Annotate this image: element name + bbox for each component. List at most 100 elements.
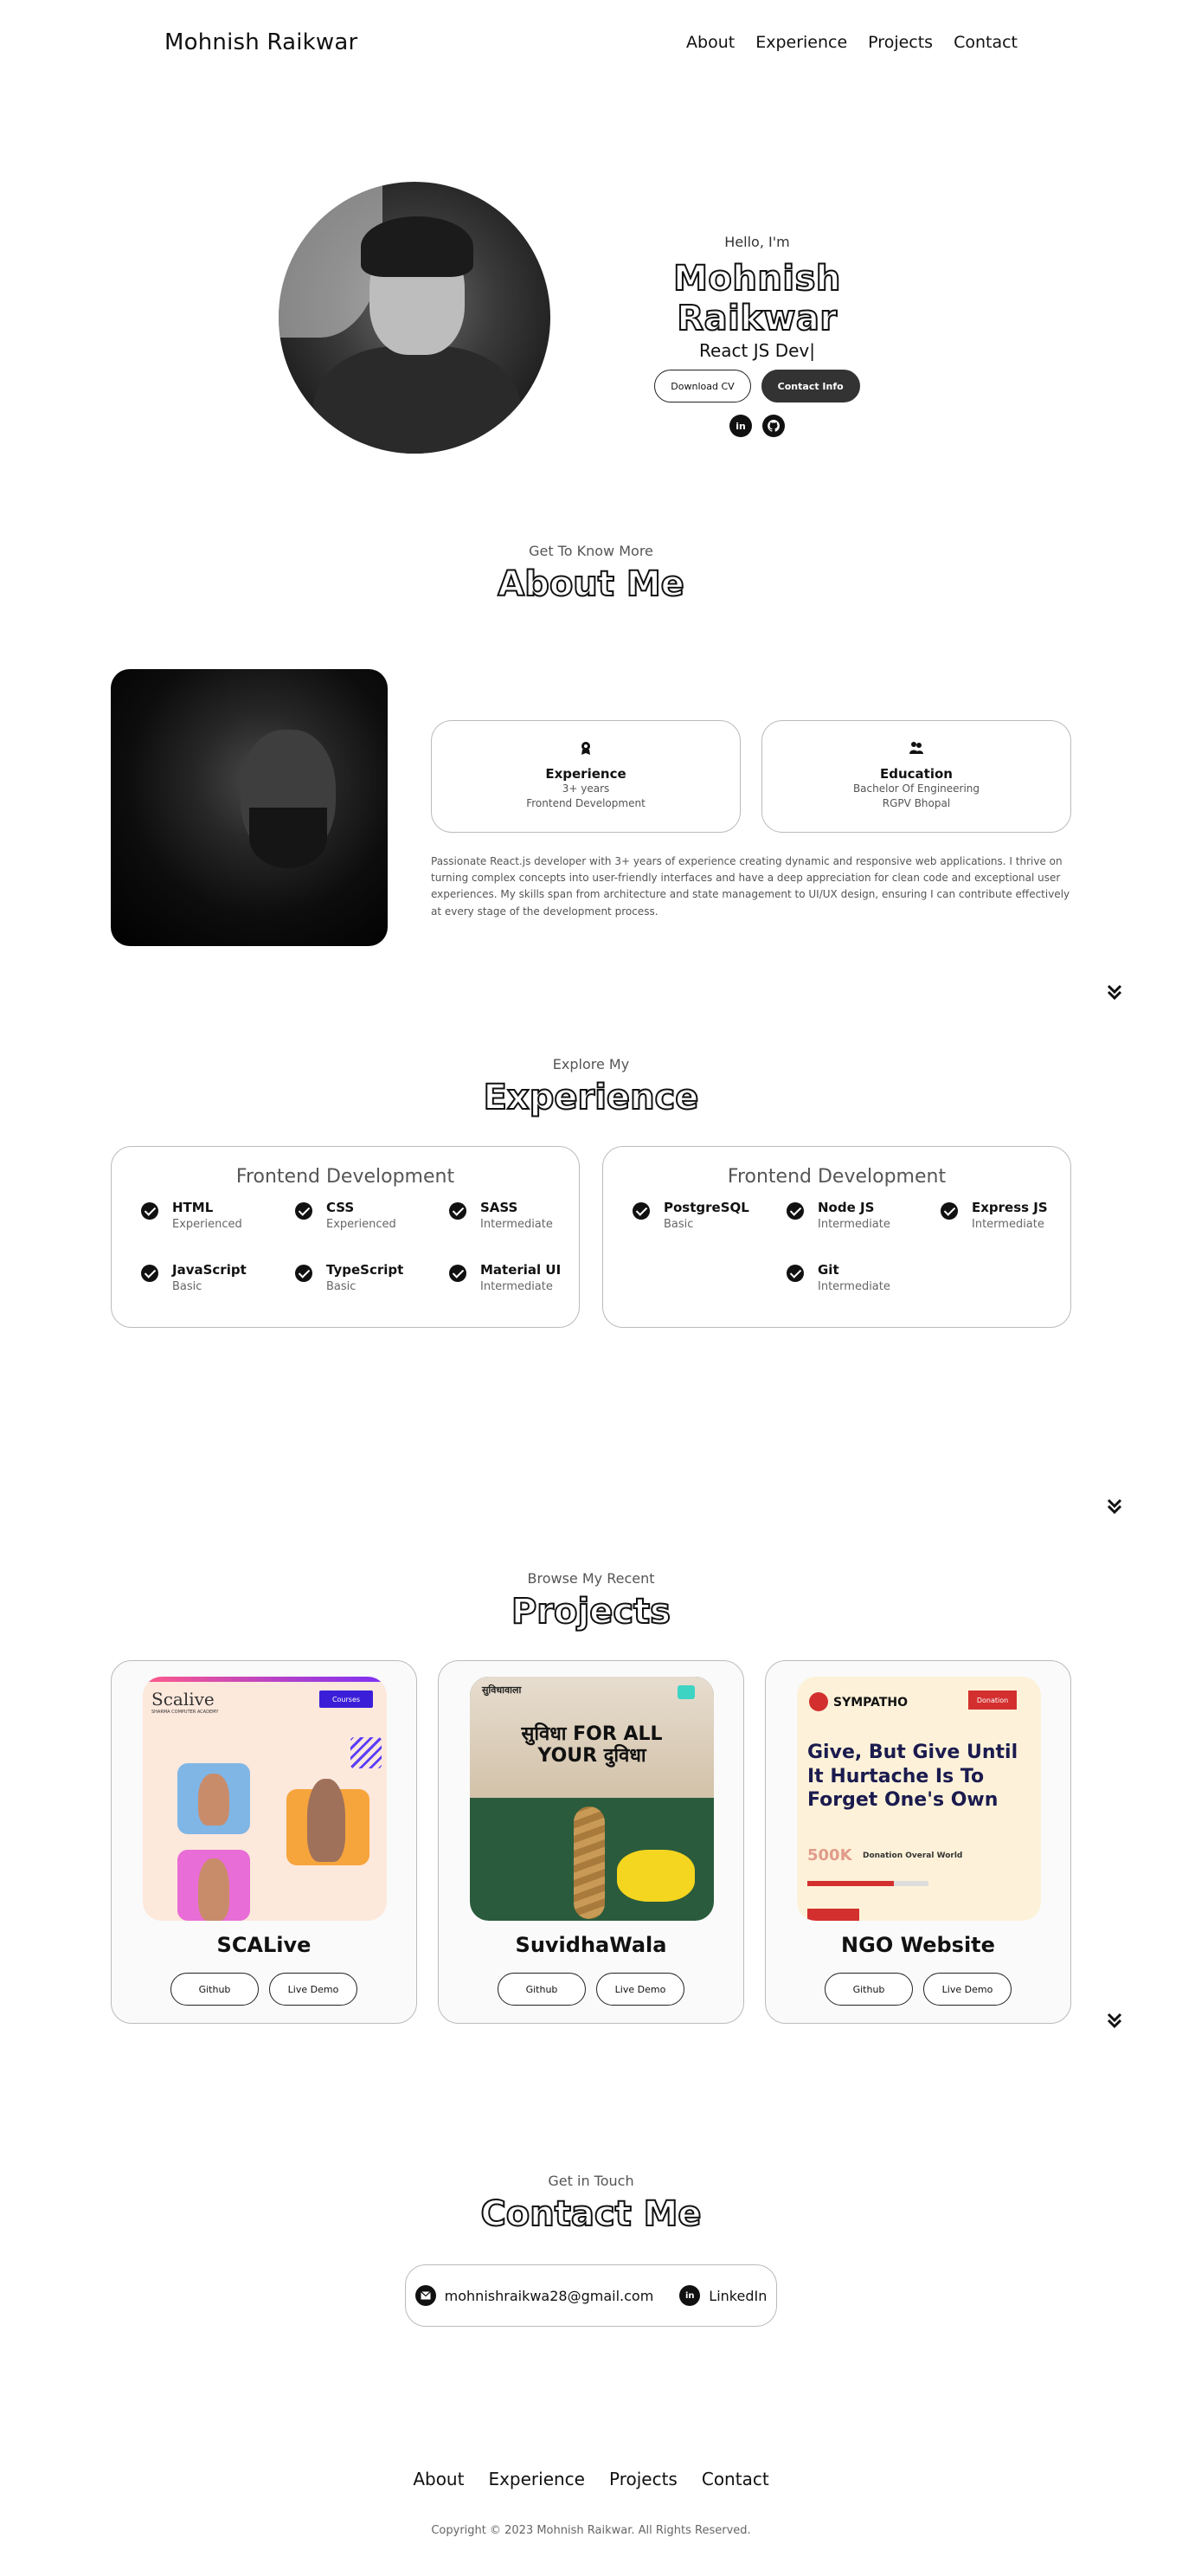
nav-link-contact[interactable]: Contact [954,33,1018,52]
top-nav: Mohnish Raikwar About Experience Project… [0,0,1182,90]
check-icon [141,1202,158,1220]
email-icon [414,2285,436,2306]
scroll-down-icon[interactable] [1104,982,1125,1002]
contact-info-button[interactable]: Contact Info [761,370,860,402]
projects-subtitle: Browse My Recent [527,1570,655,1587]
skill-item: SASS Intermediate [449,1200,588,1236]
info-card-line: RGPV Bhopal [882,797,951,810]
project-screenshot[interactable]: SYMPATHO Donation Give, But Give Until I… [797,1677,1041,1921]
skill-level: Intermediate [480,1218,553,1231]
contact-box: mohnishraikwa28@gmail.com in LinkedIn [405,2264,777,2327]
about-subtitle: Get To Know More [529,543,653,559]
experience-card-title: Frontend Development [727,1166,947,1188]
check-icon [141,1265,158,1282]
skill-level: Experienced [326,1218,396,1231]
nav-link-about[interactable]: About [686,33,735,52]
project-logo-text: SYMPATHO [833,1696,909,1710]
info-card-title: Experience [545,766,626,782]
linkedin-contact[interactable]: in LinkedIn [679,2285,767,2306]
check-icon [941,1202,958,1220]
project-screenshot[interactable]: सुविधावाला सुविधा FOR ALL YOUR दुविधा [470,1677,714,1921]
project-logo-text: Scalive [151,1689,215,1710]
courses-badge: Courses [319,1690,373,1708]
project-title: NGO Website [841,1933,995,1957]
linkedin-link[interactable]: LinkedIn [709,2288,767,2304]
project-title: SuvidhaWala [515,1933,667,1957]
nav-links: About Experience Projects Contact [686,33,1018,52]
nav-link-experience[interactable]: Experience [755,33,847,52]
experience-header: Explore My Experience [0,1056,1182,1118]
experience-info-card: Experience 3+ years Frontend Development [431,720,741,833]
github-button[interactable]: Github [498,1973,586,2006]
contact-title: Contact Me [479,2193,702,2235]
scroll-down-icon[interactable] [1104,1496,1125,1517]
footer-link-projects[interactable]: Projects [609,2469,678,2489]
project-screenshot[interactable]: Scalive SHARMA COMPUTER ACADEMY Courses [143,1677,387,1921]
about-paragraph: Passionate React.js developer with 3+ ye… [431,855,1070,918]
skill-name: Express JS [972,1200,1048,1215]
email-contact[interactable]: mohnishraikwa28@gmail.com [414,2285,654,2306]
skill-item: Express JS Intermediate [941,1200,1079,1236]
footer-link-contact[interactable]: Contact [702,2469,769,2489]
footer-link-about[interactable]: About [413,2469,464,2489]
skill-name: HTML [172,1200,214,1215]
github-button[interactable]: Github [825,1973,913,2006]
scroll-down-icon[interactable] [1104,2010,1125,2031]
profile-photo [279,182,550,454]
check-icon [787,1265,804,1282]
live-demo-button[interactable]: Live Demo [923,1973,1012,2006]
skill-item: Node JS Intermediate [787,1200,925,1236]
skill-item: JavaScript Basic [141,1262,279,1298]
skill-name: Node JS [818,1200,875,1215]
project-title: SCALive [216,1933,312,1957]
project-card: Scalive SHARMA COMPUTER ACADEMY Courses … [111,1660,417,2024]
footer-nav: About Experience Projects Contact [0,2469,1182,2489]
skill-level: Basic [172,1280,202,1293]
linkedin-icon[interactable]: in [729,415,752,437]
education-info-card: Education Bachelor Of Engineering RGPV B… [761,720,1071,833]
live-demo-button[interactable]: Live Demo [269,1973,357,2006]
footer-link-experience[interactable]: Experience [488,2469,585,2489]
skill-level: Basic [326,1280,357,1293]
info-card-line: Frontend Development [526,797,646,810]
live-demo-button[interactable]: Live Demo [596,1973,684,2006]
experience-title: Experience [483,1077,700,1118]
skill-name: JavaScript [172,1262,247,1278]
award-icon [581,742,590,755]
hero-text: Hello, I'm Mohnish Raikwar React JS Dev|… [597,234,917,437]
github-icon[interactable] [762,415,785,437]
experience-card: Frontend Development HTML Experienced CSS… [111,1146,580,1328]
skill-name: CSS [326,1200,355,1215]
project-headline: Give, But Give Until It Hurtache Is To F… [807,1742,1018,1811]
brand-logo[interactable]: Mohnish Raikwar [164,29,357,55]
skill-item: CSS Experienced [295,1200,434,1236]
github-button[interactable]: Github [170,1973,259,2006]
project-logo-text: सुविधावाला [482,1684,522,1696]
hero-name: Mohnish Raikwar [672,258,841,339]
nav-link-projects[interactable]: Projects [868,33,933,52]
skill-item: Git Intermediate [787,1262,925,1298]
project-card: सुविधावाला सुविधा FOR ALL YOUR दुविधा Su… [438,1660,744,2024]
check-icon [449,1202,466,1220]
hero-role: React JS Dev| [699,340,815,361]
linkedin-icon: in [679,2285,701,2306]
skill-level: Basic [664,1218,694,1231]
project-headline: सुविधा FOR ALL YOUR दुविधा [521,1723,663,1768]
email-address[interactable]: mohnishraikwa28@gmail.com [445,2288,654,2304]
contact-subtitle: Get in Touch [548,2173,634,2189]
check-icon [787,1202,804,1220]
about-title: About Me [497,564,685,605]
contact-header: Get in Touch Contact Me [0,2173,1182,2235]
skill-level: Experienced [172,1218,242,1231]
check-icon [295,1265,312,1282]
donation-badge: Donation [968,1690,1017,1710]
skill-level: Intermediate [818,1280,890,1293]
about-photo [111,669,388,946]
check-icon [295,1202,312,1220]
project-amount: 500K [807,1846,852,1864]
experience-subtitle: Explore My [552,1056,630,1072]
download-cv-button[interactable]: Download CV [654,370,751,402]
info-card-line: 3+ years [562,782,610,795]
skill-item: TypeScript Basic [295,1262,434,1298]
copyright-text: Copyright © 2023 Mohnish Raikwar. All Ri… [431,2524,751,2537]
